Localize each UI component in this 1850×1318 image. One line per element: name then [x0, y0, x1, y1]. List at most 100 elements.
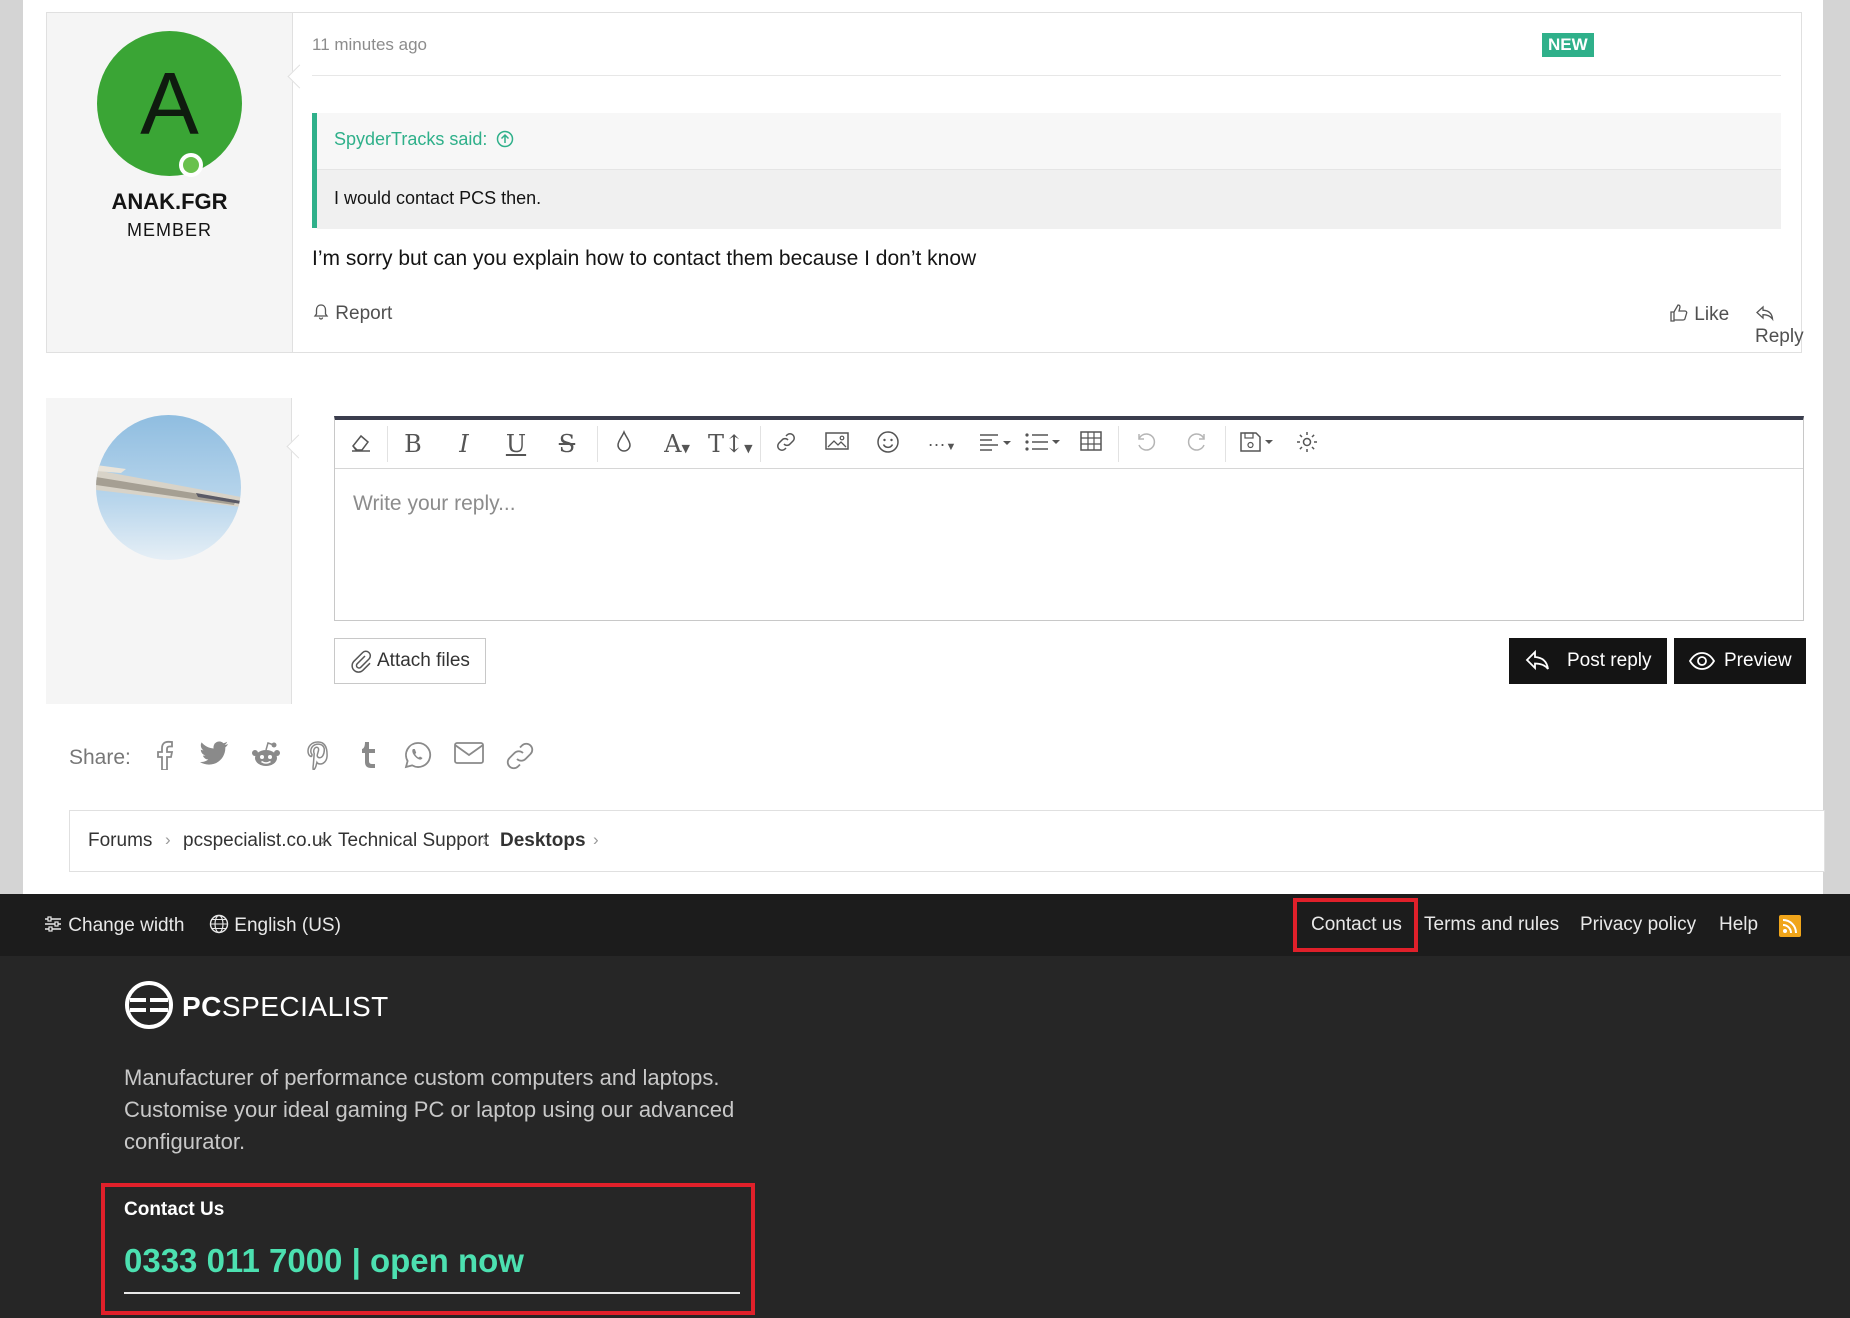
- logo-text-rest: SPECIALIST: [221, 991, 389, 1022]
- toolbar-separator: [387, 426, 388, 462]
- phone-number-link[interactable]: 0333 011 7000 | open now: [124, 1242, 524, 1280]
- bell-icon: [313, 304, 329, 320]
- quote-author-label: SpyderTracks said:: [334, 129, 488, 149]
- breadcrumb: Forums › pcspecialist.co.uk › Technical …: [69, 810, 1825, 872]
- avatar-letter: A: [140, 54, 199, 153]
- paperclip-icon: [351, 650, 372, 673]
- post-time[interactable]: 11 minutes ago: [312, 35, 427, 55]
- reply-button[interactable]: Reply: [1755, 303, 1804, 348]
- breadcrumb-forums[interactable]: Forums: [88, 830, 152, 852]
- reply-icon: [1756, 305, 1774, 322]
- toolbar-separator: [1225, 426, 1226, 462]
- preview-button[interactable]: Preview: [1674, 638, 1806, 684]
- post-reply-button[interactable]: Post reply: [1509, 638, 1667, 684]
- username[interactable]: ANAK.FGR: [47, 189, 292, 215]
- thread-content: A ANAK.FGR MEMBER 11 minutes ago NEW Spy…: [23, 0, 1825, 894]
- breadcrumb-technical-support[interactable]: Technical Support: [338, 830, 489, 852]
- clear-formatting-icon[interactable]: [347, 430, 375, 458]
- chevron-right-icon: ›: [165, 830, 171, 849]
- quick-reply: B I U S A▼ T↕▼ ···▼ Write your reply... …: [46, 398, 1806, 704]
- settings-icon[interactable]: [1293, 430, 1321, 458]
- facebook-icon[interactable]: [147, 740, 181, 774]
- post-reply-label: Post reply: [1567, 650, 1652, 671]
- reply-label: Reply: [1755, 326, 1804, 347]
- like-button[interactable]: Like: [1669, 303, 1729, 326]
- bold-icon[interactable]: B: [399, 430, 427, 458]
- new-badge: NEW: [1542, 33, 1594, 57]
- language-chooser[interactable]: English (US): [209, 914, 341, 937]
- pinterest-icon[interactable]: [301, 740, 335, 774]
- link-icon[interactable]: [503, 740, 537, 774]
- reddit-icon[interactable]: [249, 740, 283, 774]
- font-family-icon[interactable]: A▼: [657, 430, 697, 458]
- privacy-link[interactable]: Privacy policy: [1580, 914, 1696, 936]
- change-width-button[interactable]: Change width: [43, 914, 184, 937]
- terms-link[interactable]: Terms and rules: [1424, 914, 1559, 936]
- drafts-icon[interactable]: [1237, 430, 1277, 458]
- whatsapp-icon[interactable]: [401, 740, 435, 774]
- font-size-icon[interactable]: T↕▼: [708, 430, 753, 458]
- report-label: Report: [335, 303, 393, 324]
- current-user-avatar[interactable]: [96, 415, 241, 560]
- reply-icon: [1525, 649, 1549, 671]
- post: A ANAK.FGR MEMBER 11 minutes ago NEW Spy…: [46, 12, 1804, 353]
- image-icon[interactable]: [823, 430, 851, 458]
- twitter-icon[interactable]: [197, 740, 231, 774]
- chevron-right-icon: ›: [593, 830, 599, 849]
- link-icon[interactable]: [772, 430, 800, 458]
- smilie-icon[interactable]: [874, 430, 902, 458]
- undo-icon[interactable]: [1132, 430, 1160, 458]
- redo-icon[interactable]: [1183, 430, 1211, 458]
- align-icon[interactable]: [975, 430, 1015, 458]
- toolbar-separator: [597, 426, 598, 462]
- airplane-photo: [96, 465, 241, 507]
- contact-heading: Contact Us: [124, 1199, 225, 1220]
- editor-toolbar: B I U S A▼ T↕▼ ···▼: [335, 420, 1803, 469]
- italic-icon[interactable]: I: [450, 430, 478, 458]
- share-label: Share:: [69, 746, 131, 769]
- logo-text: PCSPECIALIST: [182, 991, 389, 1023]
- rich-text-editor: B I U S A▼ T↕▼ ···▼ Write your reply...: [334, 416, 1804, 621]
- user-pane: A ANAK.FGR MEMBER: [47, 13, 293, 352]
- toolbar-separator: [1118, 426, 1119, 462]
- quote-author[interactable]: SpyderTracks said:: [334, 129, 514, 150]
- underline-icon[interactable]: U: [502, 430, 530, 458]
- post-main: 11 minutes ago NEW SpyderTracks said: I …: [312, 13, 1804, 352]
- preview-label: Preview: [1724, 650, 1792, 671]
- breadcrumb-pcspecialist[interactable]: pcspecialist.co.uk: [183, 830, 332, 852]
- page: A ANAK.FGR MEMBER 11 minutes ago NEW Spy…: [0, 0, 1850, 1318]
- thumbs-up-icon: [1670, 304, 1688, 322]
- more-options-icon[interactable]: ···▼: [922, 430, 962, 458]
- user-title: MEMBER: [126, 220, 212, 240]
- divider: [312, 75, 1781, 76]
- current-user-pane: [46, 398, 292, 704]
- email-icon[interactable]: [452, 740, 486, 774]
- reply-input[interactable]: Write your reply...: [353, 492, 516, 516]
- contact-us-link[interactable]: Contact us: [1311, 914, 1402, 936]
- globe-icon: [209, 914, 229, 934]
- toolbar-separator: [760, 426, 761, 462]
- jump-to-quote-icon[interactable]: [496, 130, 514, 148]
- site-footer: PCSPECIALIST Manufacturer of performance…: [0, 956, 1850, 1318]
- phone-underline: [124, 1292, 740, 1294]
- text-color-icon[interactable]: [610, 429, 638, 458]
- breadcrumb-desktops[interactable]: Desktops: [500, 830, 586, 852]
- post-message: I’m sorry but can you explain how to con…: [312, 247, 977, 270]
- avatar[interactable]: A: [97, 31, 242, 176]
- table-icon[interactable]: [1077, 430, 1105, 458]
- strikethrough-icon[interactable]: S: [553, 430, 581, 458]
- language-label: English (US): [234, 915, 341, 936]
- footer-bar: Change width English (US) Contact us Ter…: [0, 894, 1850, 956]
- footer-description: Manufacturer of performance custom compu…: [124, 1065, 735, 1154]
- online-status-icon: [179, 153, 203, 177]
- rss-icon[interactable]: [1779, 915, 1801, 937]
- list-icon[interactable]: [1023, 430, 1063, 458]
- pcspecialist-logo-icon: [125, 981, 173, 1029]
- chevron-right-icon: ›: [482, 830, 488, 849]
- tumblr-icon[interactable]: [351, 740, 385, 774]
- quote-body: I would contact PCS then.: [317, 169, 1781, 229]
- report-button[interactable]: Report: [312, 303, 392, 325]
- eye-icon: [1688, 652, 1716, 670]
- help-link[interactable]: Help: [1719, 914, 1758, 936]
- attach-files-button[interactable]: Attach files: [334, 638, 486, 684]
